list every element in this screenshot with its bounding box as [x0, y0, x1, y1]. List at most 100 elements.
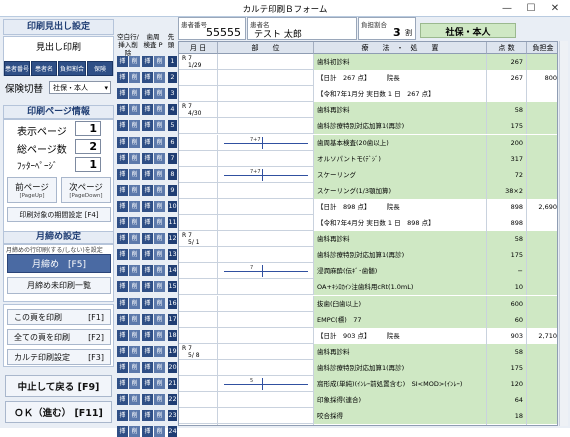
insert-row-button[interactable]: 挿	[117, 200, 128, 212]
perio-delete-button[interactable]: 削	[154, 394, 165, 406]
delete-row-button[interactable]: 削	[129, 249, 140, 261]
ok-button[interactable]: ＯＫ（進む） [F11]	[5, 401, 112, 423]
delete-row-button[interactable]: 削	[129, 233, 140, 245]
date-cell[interactable]	[179, 118, 218, 135]
row-number[interactable]: 13	[168, 249, 177, 261]
points-cell[interactable]: 898	[487, 215, 527, 231]
tooth-part-cell[interactable]	[218, 86, 314, 103]
procedure-cell[interactable]: OA+ｷｼﾛｶｲﾝ注歯科用cRt(1.0mL)	[314, 279, 487, 296]
date-cell[interactable]: R 7 5/ 1	[179, 231, 218, 248]
table-row[interactable]: 【日計 267 点】 院長 267 800	[179, 70, 557, 87]
delete-row-button[interactable]: 削	[129, 361, 140, 373]
tooth-part-cell[interactable]	[218, 311, 314, 328]
procedure-cell[interactable]: 咬合採得	[314, 408, 487, 425]
delete-row-button[interactable]: 削	[129, 217, 140, 228]
perio-insert-button[interactable]: 挿	[142, 378, 153, 389]
table-row[interactable]: スケーリング(1/3顎加算) 38×2	[179, 182, 557, 199]
table-row[interactable]: 5 窩形成(単純)(ｲﾝﾚｰ前処置含む) SI<MOD>(ｲﾝﾚｰ) 120	[179, 376, 557, 393]
prev-page-button[interactable]: 前ページ [PageUp]	[7, 177, 57, 203]
delete-row-button[interactable]: 削	[129, 265, 140, 277]
insurance-select[interactable]: 社保・本人 ▾	[49, 81, 111, 94]
insert-row-button[interactable]: 挿	[117, 313, 128, 325]
row-number[interactable]: 7	[168, 152, 177, 164]
table-row[interactable]: R 7 5/ 1 歯科再診料 58	[179, 231, 557, 248]
row-number[interactable]: 16	[168, 297, 177, 309]
insert-row-button[interactable]: 挿	[117, 184, 128, 196]
perio-insert-button[interactable]: 挿	[142, 313, 153, 325]
minimize-button[interactable]: —	[496, 1, 518, 15]
fee-cell[interactable]	[527, 102, 557, 119]
points-cell[interactable]: 175	[487, 247, 527, 264]
table-row[interactable]: 歯科診療特別対応加算1(再診) 175	[179, 247, 557, 264]
insert-row-button[interactable]: 挿	[117, 104, 128, 116]
delete-row-button[interactable]: 削	[129, 88, 140, 100]
insert-row-button[interactable]: 挿	[117, 88, 128, 100]
perio-delete-button[interactable]: 削	[154, 281, 165, 293]
delete-row-button[interactable]: 削	[129, 329, 140, 341]
fee-cell[interactable]: 1,310	[527, 424, 557, 425]
date-cell[interactable]	[179, 408, 218, 425]
perio-delete-button[interactable]: 削	[154, 217, 165, 228]
row-number[interactable]: 21	[168, 378, 177, 389]
perio-delete-button[interactable]: 削	[154, 168, 165, 180]
perio-delete-button[interactable]: 削	[154, 313, 165, 325]
insert-row-button[interactable]: 挿	[117, 72, 128, 84]
perio-insert-button[interactable]: 挿	[142, 56, 153, 67]
perio-delete-button[interactable]: 削	[154, 345, 165, 357]
perio-insert-button[interactable]: 挿	[142, 120, 153, 132]
table-row[interactable]: 抜歯(臼歯以上) 600	[179, 295, 557, 312]
insert-row-button[interactable]: 挿	[117, 297, 128, 309]
points-cell[interactable]: −	[487, 263, 527, 280]
delete-row-button[interactable]: 削	[129, 297, 140, 309]
tooth-part-cell[interactable]	[218, 327, 314, 344]
date-cell[interactable]	[179, 150, 218, 167]
fee-cell[interactable]	[527, 86, 557, 103]
fee-cell[interactable]	[527, 54, 557, 70]
points-cell[interactable]: 64	[487, 392, 527, 409]
perio-delete-button[interactable]: 削	[154, 329, 165, 341]
procedure-cell[interactable]: 【令和7年4月分 実日数 1 日 898 点】	[314, 215, 487, 231]
tab-insurance[interactable]: 保険	[87, 61, 113, 76]
procedure-cell[interactable]: 歯周基本検査(20歯以上)	[314, 134, 487, 151]
procedure-cell[interactable]: 【日計 267 点】 院長	[314, 70, 487, 87]
table-row[interactable]: R 7 5/ 8 歯科再診料 58	[179, 343, 557, 360]
fee-cell[interactable]	[527, 118, 557, 135]
insert-row-button[interactable]: 挿	[117, 233, 128, 245]
perio-insert-button[interactable]: 挿	[142, 329, 153, 341]
insert-row-button[interactable]: 挿	[117, 378, 128, 389]
insert-row-button[interactable]: 挿	[117, 56, 128, 67]
points-cell[interactable]	[487, 86, 527, 103]
procedure-cell[interactable]: 【日計 903 点】 院長	[314, 327, 487, 344]
insert-row-button[interactable]: 挿	[117, 410, 128, 422]
date-cell[interactable]	[179, 166, 218, 183]
points-cell[interactable]: 58	[487, 231, 527, 248]
print-this-page-button[interactable]: この頁を印刷 [F1]	[7, 309, 111, 325]
perio-insert-button[interactable]: 挿	[142, 345, 153, 357]
row-number[interactable]: 15	[168, 281, 177, 293]
procedure-cell[interactable]: 【日計 435 点】 院長	[314, 424, 487, 425]
row-number[interactable]: 17	[168, 313, 177, 325]
perio-delete-button[interactable]: 削	[154, 200, 165, 212]
tooth-part-cell[interactable]: 7+7	[218, 134, 314, 151]
row-number[interactable]: 14	[168, 265, 177, 277]
date-cell[interactable]	[179, 263, 218, 280]
tooth-part-cell[interactable]	[218, 150, 314, 167]
delete-row-button[interactable]: 削	[129, 56, 140, 67]
month-close-button[interactable]: 月締め [F5]	[7, 254, 111, 273]
date-cell[interactable]	[179, 198, 218, 215]
table-row[interactable]: 歯科診療特別対応加算1(再診) 175	[179, 118, 557, 135]
perio-insert-button[interactable]: 挿	[142, 361, 153, 373]
fee-cell[interactable]: 2,710	[527, 327, 557, 344]
date-cell[interactable]	[179, 215, 218, 231]
delete-row-button[interactable]: 削	[129, 184, 140, 196]
perio-delete-button[interactable]: 削	[154, 72, 165, 84]
perio-delete-button[interactable]: 削	[154, 136, 165, 148]
points-cell[interactable]: 600	[487, 295, 527, 312]
perio-insert-button[interactable]: 挿	[142, 72, 153, 84]
procedure-cell[interactable]: 歯科再診料	[314, 343, 487, 360]
points-cell[interactable]: 58	[487, 343, 527, 360]
points-cell[interactable]: 58	[487, 102, 527, 119]
row-number[interactable]: 1	[168, 56, 177, 67]
row-number[interactable]: 23	[168, 410, 177, 422]
fee-cell[interactable]	[527, 408, 557, 425]
